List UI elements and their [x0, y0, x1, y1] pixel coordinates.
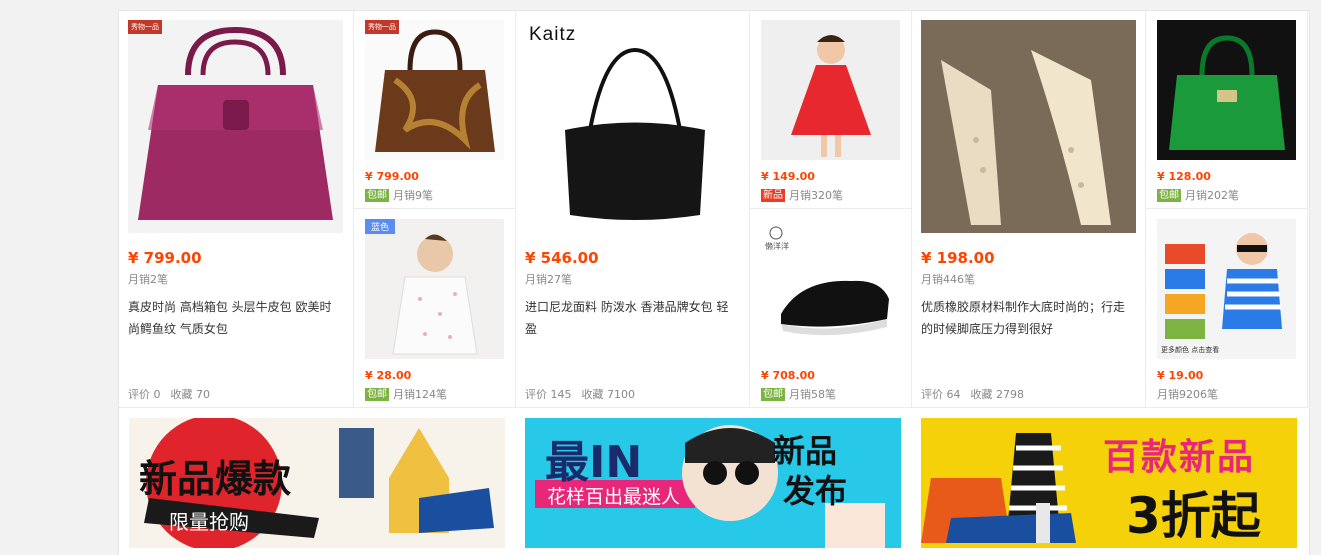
- product-price: ¥ 19.00: [1157, 369, 1204, 382]
- product-price: ¥ 149.00: [761, 170, 815, 183]
- free-shipping-tag: 包邮: [761, 387, 785, 401]
- product-price: ¥ 198.00: [921, 249, 995, 267]
- brand-name: Kaitz: [529, 24, 577, 45]
- monthly-sales: 包邮 月销58笔: [761, 387, 836, 401]
- rating-count[interactable]: 评价 0: [128, 388, 161, 401]
- floral-tote-image: [375, 29, 495, 152]
- product-image[interactable]: 懒洋洋: [761, 219, 900, 359]
- color-badge: 蓝色: [365, 219, 396, 234]
- product-card-green-bag[interactable]: ¥ 128.00 包邮 月销202笔: [1146, 11, 1308, 209]
- product-image[interactable]: 更多颜色 点击查看: [1157, 219, 1296, 359]
- product-image[interactable]: [921, 20, 1136, 233]
- product-card-red-dress[interactable]: ¥ 149.00 新品 月销320笔: [750, 11, 912, 209]
- product-price: ¥ 546.00: [525, 249, 599, 267]
- product-price: ¥ 799.00: [128, 249, 202, 267]
- product-description[interactable]: 进口尼龙面料 防泼水 香港品牌女包 轻盈: [525, 296, 740, 340]
- black-hobo-bag-image: [565, 47, 705, 220]
- product-description[interactable]: 真皮时尚 高档箱包 头层牛皮包 欧美时尚鳄鱼纹 气质女包: [128, 296, 343, 340]
- product-card-floral-bag[interactable]: 秀物一品 ¥ 799.00 包邮 月销9笔: [354, 11, 516, 209]
- product-price: ¥ 128.00: [1157, 170, 1211, 183]
- monthly-sales: 包邮 月销9笔: [365, 188, 433, 202]
- product-stats: 评价 0 收藏 70: [128, 386, 220, 402]
- free-shipping-tag: 包邮: [365, 387, 389, 401]
- product-grid: 秀物一品 ¥ 799.00 月销2笔 真皮时尚 高档箱包 头层牛皮包 欧美时尚鳄…: [118, 10, 1310, 555]
- product-price: ¥ 708.00: [761, 369, 815, 382]
- free-shipping-tag: 包邮: [365, 188, 389, 202]
- product-card-nylon-bag[interactable]: Kaitz ¥ 546.00 月销27笔 进口尼龙面料 防泼水 香港品牌女包 轻…: [516, 11, 750, 408]
- banner-new-hot[interactable]: 新品爆款 限量抢购: [129, 418, 505, 548]
- black-strap-shoes-image: [769, 226, 889, 336]
- product-image[interactable]: [761, 20, 900, 160]
- banner-title: 新品爆款: [139, 456, 292, 501]
- monthly-sales: 月销27笔: [525, 273, 572, 286]
- brand-logo: 秀物一品: [128, 20, 162, 34]
- banner-title: 百款新品: [1103, 437, 1256, 478]
- baby-romper-image: [392, 234, 478, 355]
- monthly-sales: 月销9206笔: [1157, 388, 1218, 401]
- banner-subtitle: 3折起: [1126, 487, 1261, 545]
- croc-handbag-image: [138, 26, 333, 220]
- brand-logo: 秀物一品: [365, 20, 399, 34]
- new-product-tag: 新品: [761, 188, 785, 202]
- product-price: ¥ 799.00: [365, 170, 419, 183]
- free-shipping-tag: 包邮: [1157, 188, 1181, 202]
- girl-red-dress-image: [791, 35, 871, 157]
- banner-right-line2: 发布: [783, 472, 848, 510]
- monthly-sales: 包邮 月销124笔: [365, 387, 447, 401]
- product-stats: 评价 64 收藏 2798: [921, 386, 1034, 402]
- brand-logo: 懒洋洋: [765, 242, 789, 251]
- product-price: ¥ 28.00: [365, 369, 412, 382]
- monthly-sales: 新品 月销320笔: [761, 188, 843, 202]
- banner-hundred-new[interactable]: 百款新品 3折起: [921, 418, 1297, 548]
- monthly-sales: 月销2笔: [128, 273, 168, 286]
- banner-title: 最IN: [545, 437, 643, 488]
- monthly-sales: 包邮 月销202笔: [1157, 188, 1239, 202]
- green-handbag-image: [1169, 35, 1285, 150]
- product-image[interactable]: [1157, 20, 1296, 160]
- banner-subtitle: 花样百出最迷人: [547, 486, 681, 508]
- rating-count[interactable]: 评价 145: [525, 388, 572, 401]
- kids-polo-image: [1165, 233, 1282, 339]
- banner-most-in[interactable]: 最IN 花样百出最迷人 新品 发布: [525, 418, 901, 548]
- product-card-croc-bag[interactable]: 秀物一品 ¥ 799.00 月销2笔 真皮时尚 高档箱包 头层牛皮包 欧美时尚鳄…: [119, 11, 354, 408]
- product-card-heels[interactable]: ¥ 198.00 月销446笔 优质橡胶原材料制作大底时尚的；行走的时候脚底压力…: [912, 11, 1146, 408]
- favorite-count[interactable]: 收藏 7100: [582, 388, 636, 401]
- lace-heels-image: [941, 50, 1111, 225]
- product-image[interactable]: 秀物一品: [128, 20, 343, 233]
- banner-subtitle: 限量抢购: [169, 510, 249, 534]
- product-card-baby-romper[interactable]: 蓝色 ¥ 28.00 包邮 月销124笔: [354, 209, 516, 408]
- product-image[interactable]: Kaitz: [525, 20, 740, 233]
- product-stats: 评价 145 收藏 7100: [525, 386, 645, 402]
- more-colors-overlay: 更多颜色 点击查看: [1161, 346, 1220, 354]
- monthly-sales: 月销446笔: [921, 273, 975, 286]
- product-image[interactable]: 蓝色: [365, 219, 504, 359]
- product-description[interactable]: 优质橡胶原材料制作大底时尚的；行走的时候脚底压力得到很好: [921, 296, 1136, 340]
- product-image[interactable]: 秀物一品: [365, 20, 504, 160]
- favorite-count[interactable]: 收藏 2798: [971, 388, 1025, 401]
- product-card-black-shoes[interactable]: 懒洋洋 ¥ 708.00 包邮 月销58笔: [750, 209, 912, 408]
- favorite-count[interactable]: 收藏 70: [171, 388, 211, 401]
- product-card-kids-polo[interactable]: 更多颜色 点击查看 ¥ 19.00 月销9206笔: [1146, 209, 1308, 408]
- rating-count[interactable]: 评价 64: [921, 388, 961, 401]
